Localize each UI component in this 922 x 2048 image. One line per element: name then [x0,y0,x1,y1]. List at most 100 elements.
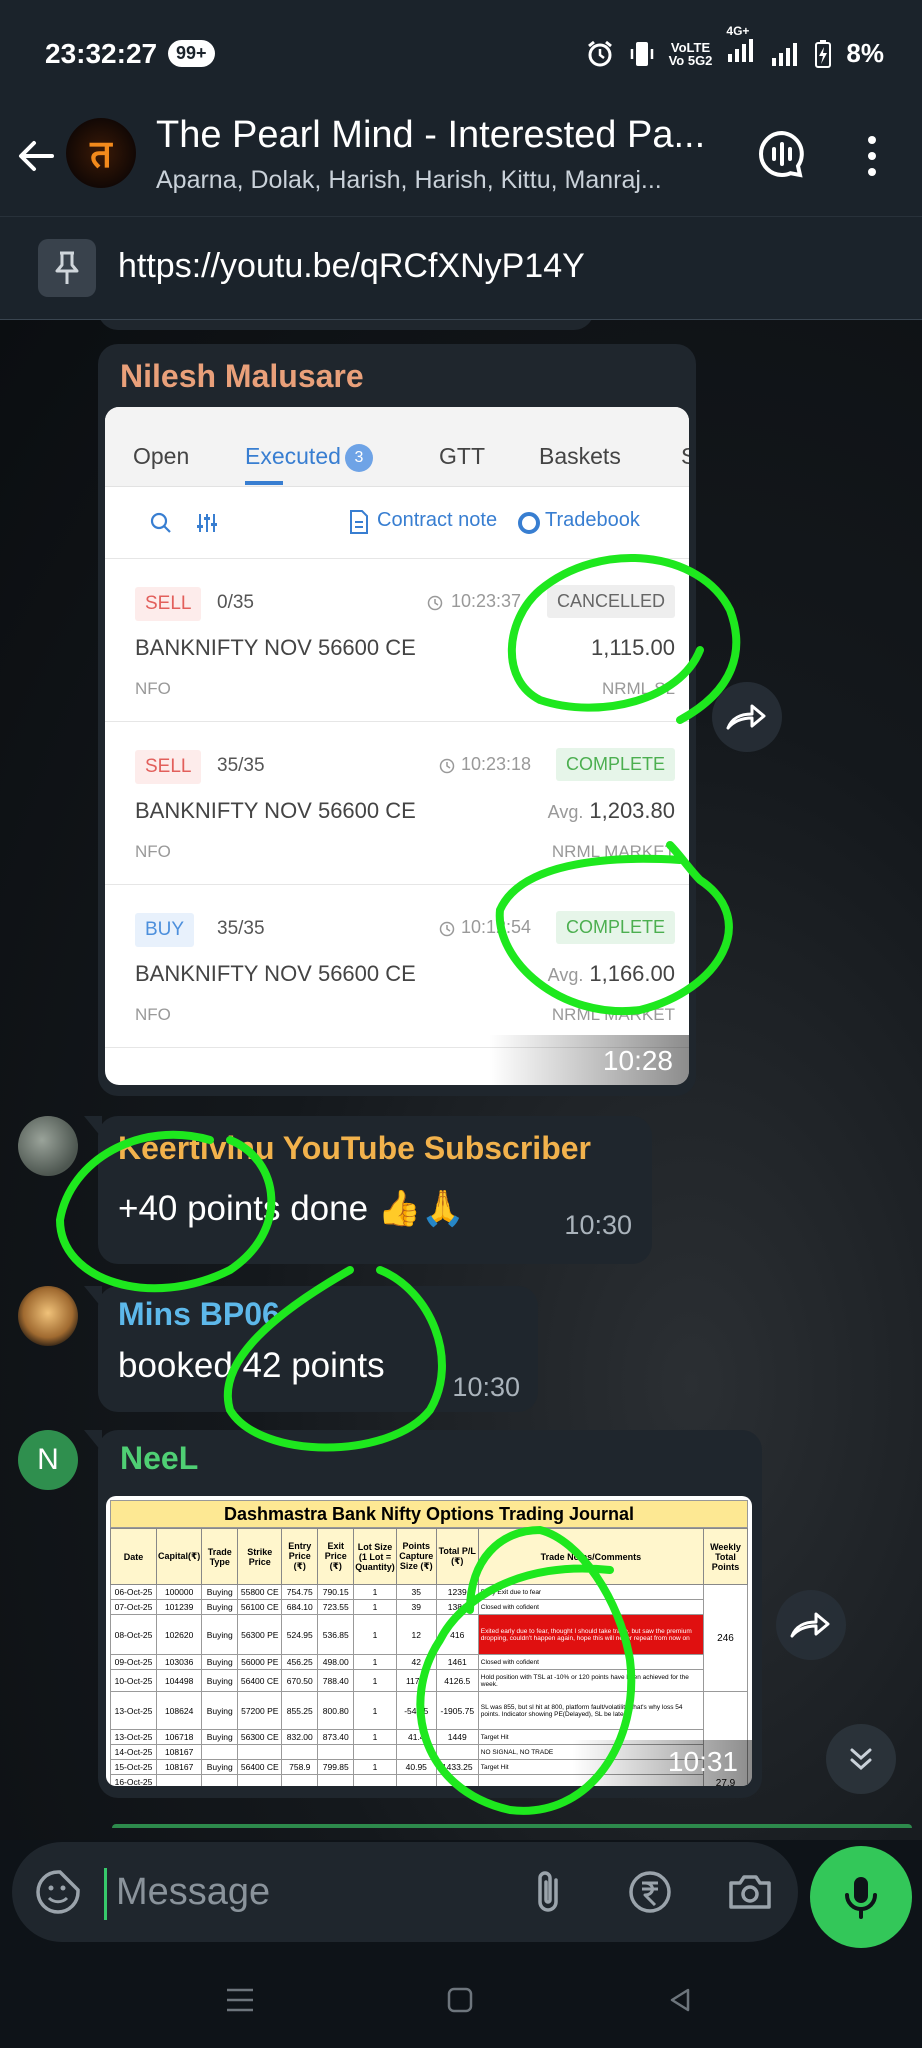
battery-percent: 8% [846,38,884,68]
sticker-emoji-icon[interactable] [34,1868,82,1916]
journal-row: 13-Oct-25 108624 Buying 57200 PE 855.25 800.8… [110,1691,748,1786]
order-time: 10:12:54 [461,917,532,937]
back-triangle-icon [670,1988,690,2012]
order-exchange: NFO [135,679,171,698]
journal-col-entry: Entry Price (₹) [281,1528,319,1585]
home-icon [447,1987,473,2013]
message-time: 10:30 [452,1372,520,1402]
microphone-icon [845,1877,877,1919]
order-side-badge: SELL [135,587,202,621]
tab-open: Open [133,443,190,469]
forward-button[interactable] [776,1590,846,1660]
message-bubble-keertivinu[interactable]: Keertivinu YouTube Subscriber +40 points… [84,1116,652,1264]
journal-title: Dashmastra Bank Nifty Options Trading Jo… [110,1500,748,1528]
back-button[interactable] [654,1974,706,2026]
tab-gtt: GTT [439,443,485,469]
journal-col-capital: Capital(₹) [155,1528,203,1585]
message-input-area [0,1840,922,1952]
journal-row: 08-Oct-25 102620 Buying 56300 PE 524.95 536.8… [110,1614,748,1655]
weekly-total: 246 [703,1584,748,1692]
document-icon [350,510,368,534]
journal-col-exit: Exit Price (₹) [317,1528,355,1585]
sender-name[interactable]: Nilesh Malusare [120,358,364,395]
tab-executed: Executed 3 [245,443,373,472]
more-options-icon[interactable] [858,130,886,182]
order-time: 10:23:18 [461,754,532,774]
scroll-down-button[interactable] [826,1724,896,1794]
broker-orders-screenshot[interactable]: Open Executed 3 GTT Baskets S Contract no… [105,407,689,1085]
journal-col-date: Date [110,1528,157,1585]
sender-name[interactable]: Keertivinu YouTube Subscriber [118,1130,591,1167]
avatar-neel[interactable]: N [18,1430,78,1490]
back-arrow-icon[interactable] [14,134,58,178]
order-exchange: NFO [135,842,171,861]
voice-record-button[interactable] [810,1846,912,1948]
order-row: SELL 0/35 10:23:37 CANCELLED BANKNIFTY N… [105,559,689,722]
group-title[interactable]: The Pearl Mind - Interested Pa... [156,114,736,157]
message-input[interactable] [116,1860,516,1924]
journal-row: 10-Oct-25 104498 Buying 56400 CE 670.50 788.4… [110,1669,748,1692]
recent-apps-button[interactable] [214,1974,266,2026]
sender-name[interactable]: NeeL [120,1440,198,1477]
tradebook-radio-icon [518,512,540,534]
avatar-keertivinu[interactable] [18,1116,78,1176]
group-members[interactable]: Aparna, Dolak, Harish, Harish, Kittu, Ma… [156,166,716,195]
pinned-message-bar[interactable]: https://youtu.be/qRCfXNyP14Y [0,216,922,320]
journal-col-lot: Lot Size (1 Lot = Quantity) [353,1528,397,1585]
journal-col-pl: Total P/L (₹) [435,1528,479,1585]
voice-chat-icon[interactable] [756,128,808,180]
attach-icon[interactable] [526,1868,574,1916]
tab-overflow: S [681,443,689,469]
clock-icon [427,595,443,611]
order-row: SELL 35/35 10:23:18 COMPLETE BANKNIFTY N… [105,722,689,885]
volte-indicator: VoLTE Vo 5G2 [668,39,713,68]
order-price: Avg. 1,166.00 [547,961,675,986]
order-product: NRML MARKET [551,1005,675,1024]
clock-icon [439,758,455,774]
order-time: 10:23:37 [451,591,522,611]
group-avatar[interactable]: त [66,118,136,188]
pin-icon [38,239,96,297]
status-icons: VoLTE Vo 5G2 4G+ 8% [585,24,884,71]
message-input-pill[interactable] [12,1842,798,1942]
signal-strength-2-icon [772,42,798,66]
forward-button[interactable] [712,682,782,752]
order-instrument: BANKNIFTY NOV 56600 CE [135,961,416,986]
journal-row: 06-Oct-25 100000 Buying 55800 CE 754.75 790.1… [110,1584,748,1692]
trading-journal-screenshot[interactable]: Dashmastra Bank Nifty Options Trading Jo… [106,1496,752,1786]
sender-name[interactable]: Mins BP06 [118,1296,280,1333]
order-product: NRML SL [601,679,675,698]
tab-baskets: Baskets [539,443,621,469]
order-price: Avg. 1,203.80 [547,798,675,823]
system-navigation-bar [0,1952,922,2048]
filter-icon [197,514,217,532]
order-status: COMPLETE [555,911,675,944]
alarm-icon [587,40,612,66]
previous-message-edge [98,320,594,330]
avatar-mins-bp06[interactable] [18,1286,78,1346]
journal-col-points: Points Capture Size (₹) [395,1528,437,1585]
clock-icon [439,921,455,937]
message-time: 10:30 [564,1210,632,1240]
signal-strength-1-icon: 4G+ [726,24,756,71]
order-side-badge: SELL [135,750,202,784]
message-bubble-mins-bp06[interactable]: Mins BP06 booked 42 points 10:30 [84,1286,538,1412]
pinned-link[interactable]: https://youtu.be/qRCfXNyP14Y [118,247,585,286]
double-chevron-down-icon [850,1748,872,1771]
order-instrument: BANKNIFTY NOV 56600 CE [135,635,416,660]
camera-icon[interactable] [726,1868,774,1916]
forward-icon [790,1612,830,1638]
broker-tab-bar: Open Executed 3 GTT Baskets S [105,407,689,487]
journal-row: 09-Oct-25 103036 Buying 56000 PE 456.25 498.0… [110,1654,748,1670]
home-button[interactable] [434,1974,486,2026]
chat-messages[interactable]: Nilesh Malusare Open Executed 3 GTT Baske… [0,320,922,1840]
journal-col-notes: Trade Notes/Comments [477,1528,705,1585]
journal-col-trade-type: Trade Type [201,1528,239,1585]
journal-row: 07-Oct-25 101239 Buying 56100 CE 684.10 723.5… [110,1599,748,1615]
order-side-badge: BUY [135,913,195,947]
forward-icon [726,704,766,730]
payment-rupee-icon[interactable] [626,1868,674,1916]
message-time: 10:28 [602,1045,673,1076]
order-quantity: 0/35 [217,592,254,613]
vibrate-icon [630,41,653,66]
